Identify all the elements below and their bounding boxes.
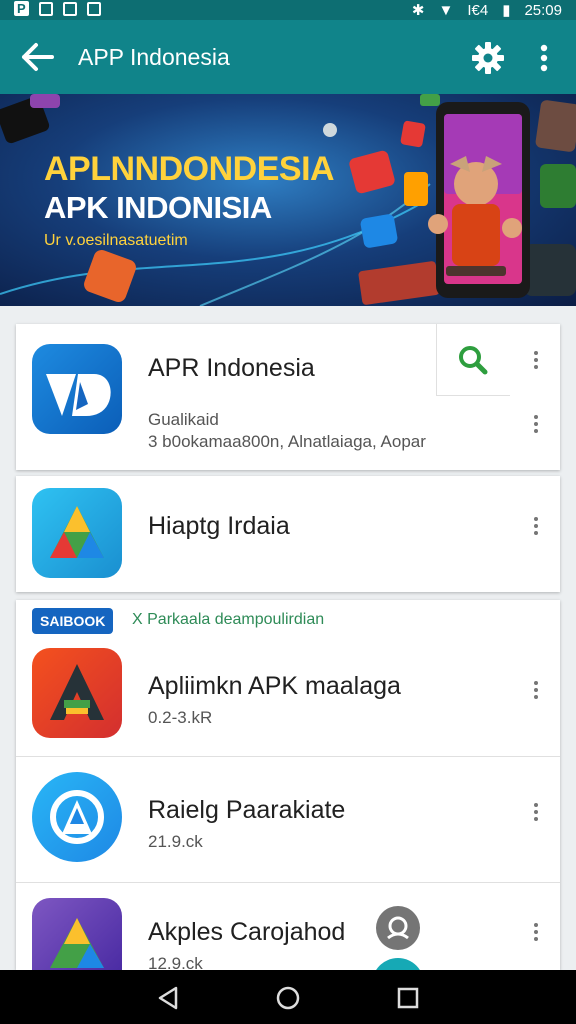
app-details: 3 b0okamaa800n, Alnatlaiaga, Aopar (148, 432, 426, 451)
notification-icon (62, 1, 77, 16)
more-vert-icon[interactable] (524, 514, 548, 544)
more-vert-icon[interactable] (530, 40, 558, 76)
app-size: 21.9.ck (148, 832, 203, 851)
profile-fab-button[interactable] (376, 906, 420, 950)
more-vert-icon[interactable] (524, 920, 548, 950)
banner-tagline: Ur v.oesilnasatuetim (44, 232, 188, 249)
app-name[interactable]: Apliimkn APK maalaga (148, 672, 401, 701)
nav-back-icon[interactable] (154, 984, 182, 1012)
notification-icon (86, 1, 101, 16)
nav-home-icon[interactable] (274, 984, 302, 1012)
search-button[interactable] (436, 324, 510, 396)
app-card[interactable]: APR Indonesia Gualikaid 3 b0okamaa800n, … (16, 324, 560, 470)
more-vert-icon[interactable] (524, 412, 548, 442)
page-title: APP Indonesia (78, 44, 230, 70)
divider (16, 882, 560, 883)
app-name[interactable]: Akples Carojahod (148, 918, 345, 947)
app-name[interactable]: Raielg Paarakiate (148, 796, 345, 825)
section-card: SAIBOOK X Parkaala deampoulirdian Apliim… (16, 600, 560, 988)
system-nav-bar (0, 970, 576, 1024)
user-icon (387, 916, 409, 940)
nav-recents-icon[interactable] (394, 984, 422, 1012)
search-icon (459, 346, 488, 375)
banner-title: APK INDONISIA (44, 190, 272, 225)
section-badge[interactable]: SAIBOOK (32, 608, 114, 634)
app-icon (32, 344, 122, 434)
bluetooth-icon: ✱ (411, 2, 425, 19)
section-label: X Parkaala deampoulirdian (132, 611, 325, 628)
status-bar: P ✱ ▼ Ι€4 ▮ 25:09 (0, 0, 576, 20)
status-app-tag: P (14, 1, 29, 16)
app-icon[interactable] (32, 772, 122, 862)
divider (16, 756, 560, 757)
more-vert-icon[interactable] (524, 678, 548, 708)
app-card[interactable]: Hiaptg Irdaia (16, 476, 560, 592)
app-name: APR Indonesia (148, 354, 315, 382)
more-vert-icon[interactable] (524, 800, 548, 830)
gear-icon[interactable] (470, 40, 506, 76)
app-icon (32, 488, 122, 578)
promo-banner[interactable]: APLNNDONDESIA APK INDONISIA Ur v.oesilna… (0, 94, 576, 306)
wifi-icon: ▼ (438, 1, 454, 19)
status-left: P (14, 1, 101, 16)
app-icon[interactable] (32, 648, 122, 738)
app-category: Gualikaid (148, 410, 219, 429)
app-size: 0.2-3.kR (148, 708, 213, 727)
battery-icon: ▮ (502, 2, 511, 19)
status-time: 25:09 (524, 1, 562, 19)
app-name: Hiaptg Irdaia (148, 512, 290, 540)
notification-icon (38, 1, 53, 16)
status-right: ✱ ▼ Ι€4 ▮ 25:09 (411, 1, 562, 20)
more-vert-icon[interactable] (524, 348, 548, 378)
banner-headline: APLNNDONDESIA (44, 150, 335, 188)
app-bar: APP Indonesia (0, 20, 576, 94)
signal-text: Ι€4 (467, 1, 489, 19)
back-arrow-icon[interactable] (18, 38, 56, 76)
